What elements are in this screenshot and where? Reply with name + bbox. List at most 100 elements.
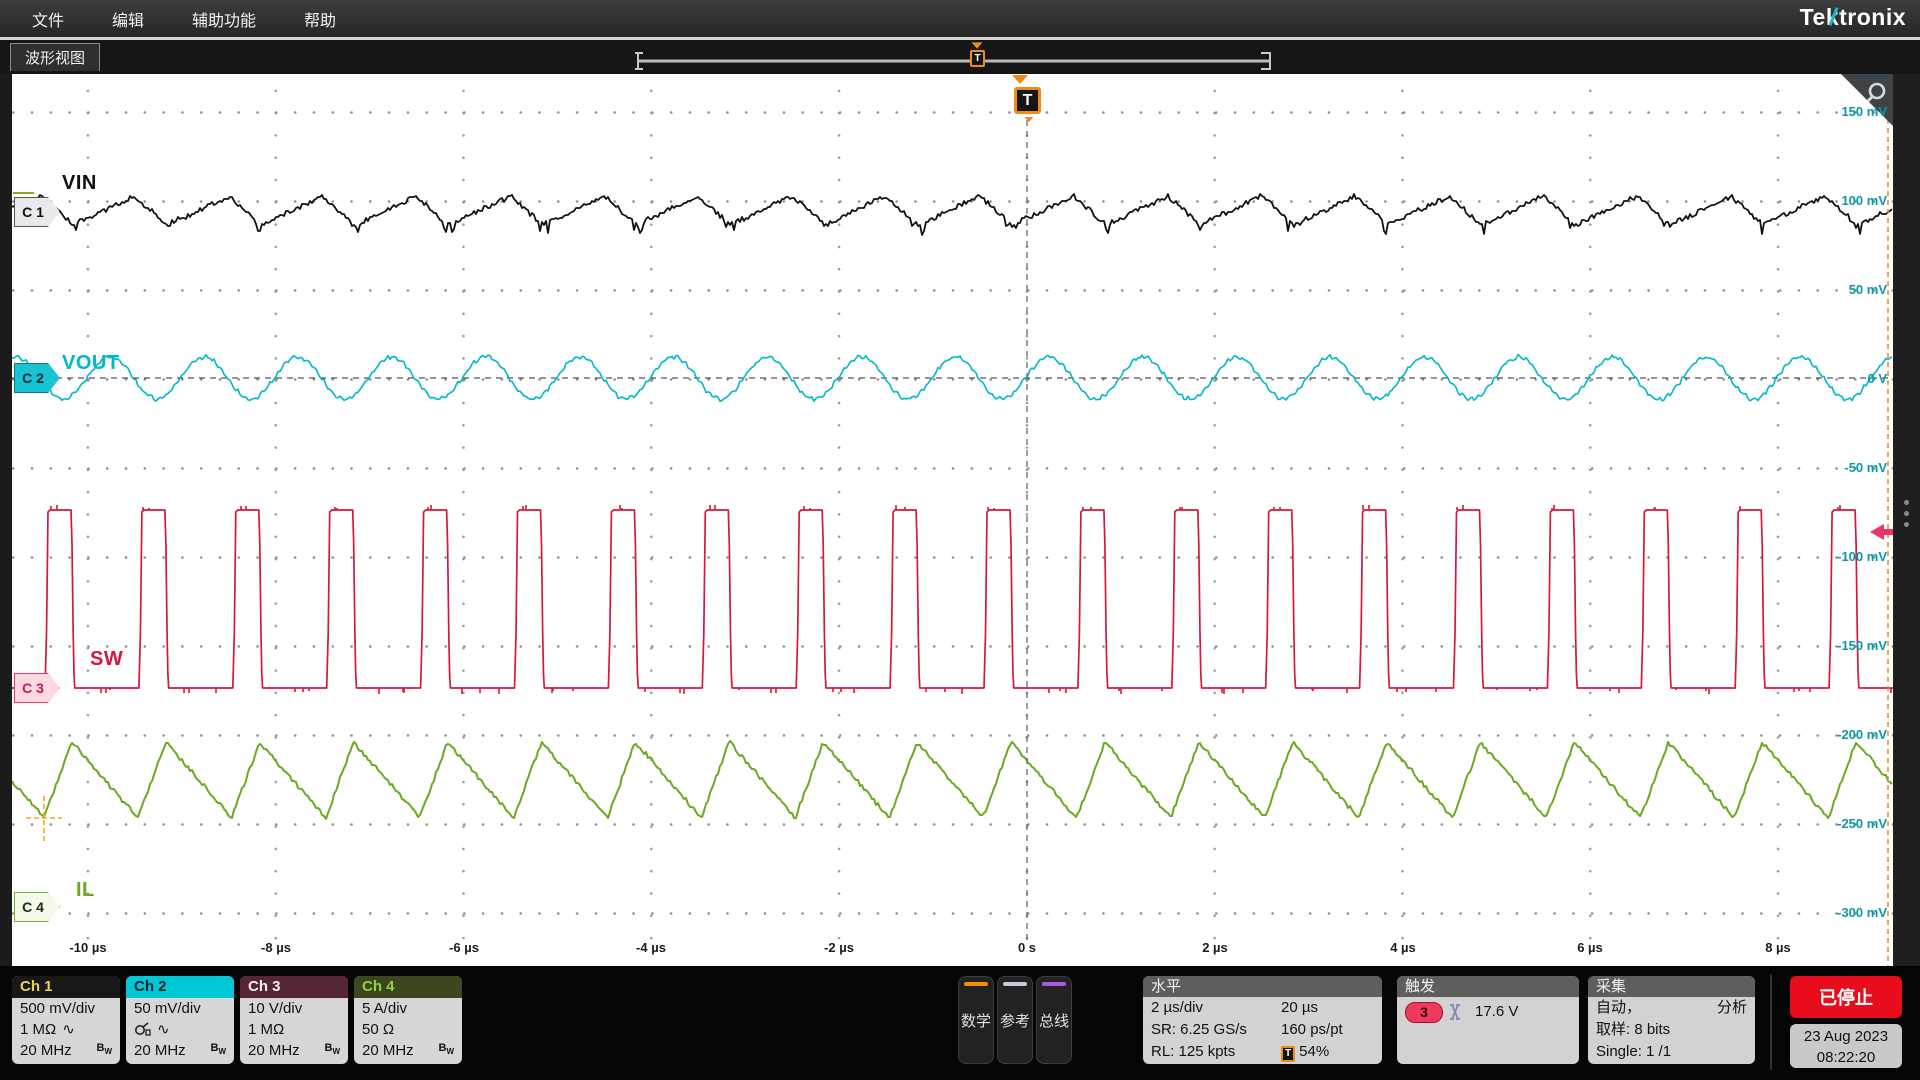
channel3-badge[interactable]: Ch 3 10 V/div 1 MΩ 20 MHz BW <box>240 976 348 1064</box>
channel4-bandwidth: 20 MHz <box>362 1040 414 1061</box>
ac-coupling-icon: ∿ <box>62 1019 75 1040</box>
horizontal-panel[interactable]: 水平 2 µs/div 20 µs SR: 6.25 GS/s 160 ps/p… <box>1143 976 1382 1064</box>
math-color-bar <box>964 982 988 986</box>
bandwidth-limit-icon: BW <box>438 1038 454 1062</box>
stop-button[interactable]: 已停止 <box>1790 976 1902 1018</box>
tektronix-logo: Tektronix <box>1800 4 1906 31</box>
panel-divider <box>1770 974 1772 1070</box>
acquisition-title: 采集 <box>1588 976 1755 997</box>
trigger-position-flag-icon[interactable]: T <box>1014 87 1041 114</box>
left-margin <box>0 74 12 966</box>
channel4-impedance: 50 Ω <box>362 1019 394 1040</box>
time-tick: -8 µs <box>261 940 291 955</box>
right-strip <box>1893 74 1920 966</box>
horizontal-title: 水平 <box>1143 976 1382 997</box>
time-tick: -6 µs <box>449 940 479 955</box>
scale-tick: -150 mV <box>1837 638 1887 653</box>
channel2-badge[interactable]: Ch 2 50 mV/div ∿ 20 MHz BW <box>126 976 234 1064</box>
trace-label-vout: VOUT <box>62 352 120 375</box>
acquisition-sample: 取样: 8 bits <box>1596 1019 1670 1041</box>
channel1-bandwidth: 20 MHz <box>20 1040 72 1061</box>
acquisition-panel[interactable]: 采集 自动， 分析 取样: 8 bits Single: 1 /1 <box>1588 976 1755 1064</box>
channel1-impedance: 1 MΩ <box>20 1019 56 1040</box>
record-view-bar[interactable] <box>637 52 1271 70</box>
time-tick: 8 µs <box>1765 940 1791 955</box>
menu-help[interactable]: 帮助 <box>304 7 336 31</box>
brand-pre: Te <box>1800 4 1826 30</box>
scale-tick: -50 mV <box>1844 460 1887 475</box>
edge-trigger-icon <box>1449 1002 1469 1022</box>
drag-grip-icon[interactable] <box>1893 494 1920 533</box>
waveform-canvas <box>12 74 1893 966</box>
record-trigger-flag-icon[interactable]: T <box>970 50 985 67</box>
acquisition-mode: 自动， <box>1596 997 1641 1019</box>
brand-post: tronix <box>1839 4 1906 30</box>
scale-tick: -200 mV <box>1837 727 1887 742</box>
tab-waveform-view[interactable]: 波形视图 <box>10 43 100 71</box>
ref-color-bar <box>1003 982 1027 986</box>
channel3-badge-title: Ch 3 <box>240 976 348 998</box>
time-tick: 6 µs <box>1577 940 1603 955</box>
scale-tick: -250 mV <box>1837 816 1887 831</box>
trace-label-sw: SW <box>90 648 123 671</box>
record-trigger-caret-icon <box>971 42 982 48</box>
trigger-title: 触发 <box>1397 976 1579 997</box>
bottom-bar: Ch 1 500 mV/div 1 MΩ ∿ 20 MHz BW Ch 2 50… <box>0 966 1920 1080</box>
trigger-panel[interactable]: 触发 3 17.6 V <box>1397 976 1579 1064</box>
time-tick: -2 µs <box>824 940 854 955</box>
record-view-right-bracket <box>1261 52 1269 70</box>
brand-k: k <box>1826 4 1839 30</box>
sample-rate: SR: 6.25 GS/s <box>1151 1019 1247 1041</box>
menu-file[interactable]: 文件 <box>32 7 64 31</box>
trigger-flag-tail-icon <box>1025 117 1034 122</box>
math-label: 数学 <box>961 1010 991 1031</box>
scale-tick: 50 mV <box>1849 282 1887 297</box>
trace-label-vin: VIN <box>62 172 97 195</box>
scale-tick: -100 mV <box>1837 549 1887 564</box>
math-button[interactable]: 数学 <box>958 976 994 1064</box>
scale-tick: -300 mV <box>1837 905 1887 920</box>
horizontal-window: 20 µs <box>1281 997 1318 1019</box>
scale-tick: 100 mV <box>1841 193 1887 208</box>
trigger-position-caret-icon <box>1012 75 1028 84</box>
trigger-level: 17.6 V <box>1475 997 1518 1027</box>
sample-interval: 160 ps/pt <box>1281 1019 1343 1041</box>
bus-label: 总线 <box>1039 1010 1069 1031</box>
bandwidth-limit-icon: BW <box>210 1038 226 1062</box>
channel1-scale: 500 mV/div <box>20 998 95 1019</box>
menu-edit[interactable]: 编辑 <box>112 7 144 31</box>
time-label: 08:22:20 <box>1790 1047 1902 1068</box>
acquisition-analysis: 分析 <box>1717 997 1747 1019</box>
record-length: RL: 125 kpts <box>1151 1041 1235 1063</box>
time-tick: 0 s <box>1018 940 1036 955</box>
channel2-bandwidth: 20 MHz <box>134 1040 186 1061</box>
channel3-scale: 10 V/div <box>248 998 302 1019</box>
channel3-bandwidth: 20 MHz <box>248 1040 300 1061</box>
ref-label: 参考 <box>1000 1010 1030 1031</box>
channel3-impedance: 1 MΩ <box>248 1019 284 1040</box>
bandwidth-limit-icon: BW <box>324 1038 340 1062</box>
probe-icon <box>134 1022 151 1037</box>
channel4-scale: 5 A/div <box>362 998 407 1019</box>
date-label: 23 Aug 2023 <box>1790 1026 1902 1047</box>
bus-button[interactable]: 总线 <box>1036 976 1072 1064</box>
channel2-scale: 50 mV/div <box>134 998 201 1019</box>
time-tick: 4 µs <box>1390 940 1416 955</box>
channel1-badge[interactable]: Ch 1 500 mV/div 1 MΩ ∿ 20 MHz BW <box>12 976 120 1064</box>
bus-color-bar <box>1042 982 1066 986</box>
time-tick: -4 µs <box>636 940 666 955</box>
tab-bar: 波形视图 T <box>0 40 1920 74</box>
time-tick: -10 µs <box>69 940 106 955</box>
ref-button[interactable]: 参考 <box>997 976 1033 1064</box>
bandwidth-limit-icon: BW <box>96 1038 112 1062</box>
channel4-badge[interactable]: Ch 4 5 A/div 50 Ω 20 MHz BW <box>354 976 462 1064</box>
horizontal-scale: 2 µs/div <box>1151 997 1203 1019</box>
channel1-badge-title: Ch 1 <box>12 976 120 998</box>
datetime-badge: 23 Aug 2023 08:22:20 <box>1790 1024 1902 1068</box>
channel4-badge-title: Ch 4 <box>354 976 462 998</box>
menu-utility[interactable]: 辅助功能 <box>192 7 256 31</box>
trigger-position-percent: T 54% <box>1281 1041 1329 1063</box>
trace-label-il: IL <box>76 879 95 902</box>
waveform-plot[interactable]: T C 1 C 2 C 3 C 4 VIN VOUT SW IL -10 µs-… <box>12 74 1893 966</box>
channel2-badge-title: Ch 2 <box>126 976 234 998</box>
